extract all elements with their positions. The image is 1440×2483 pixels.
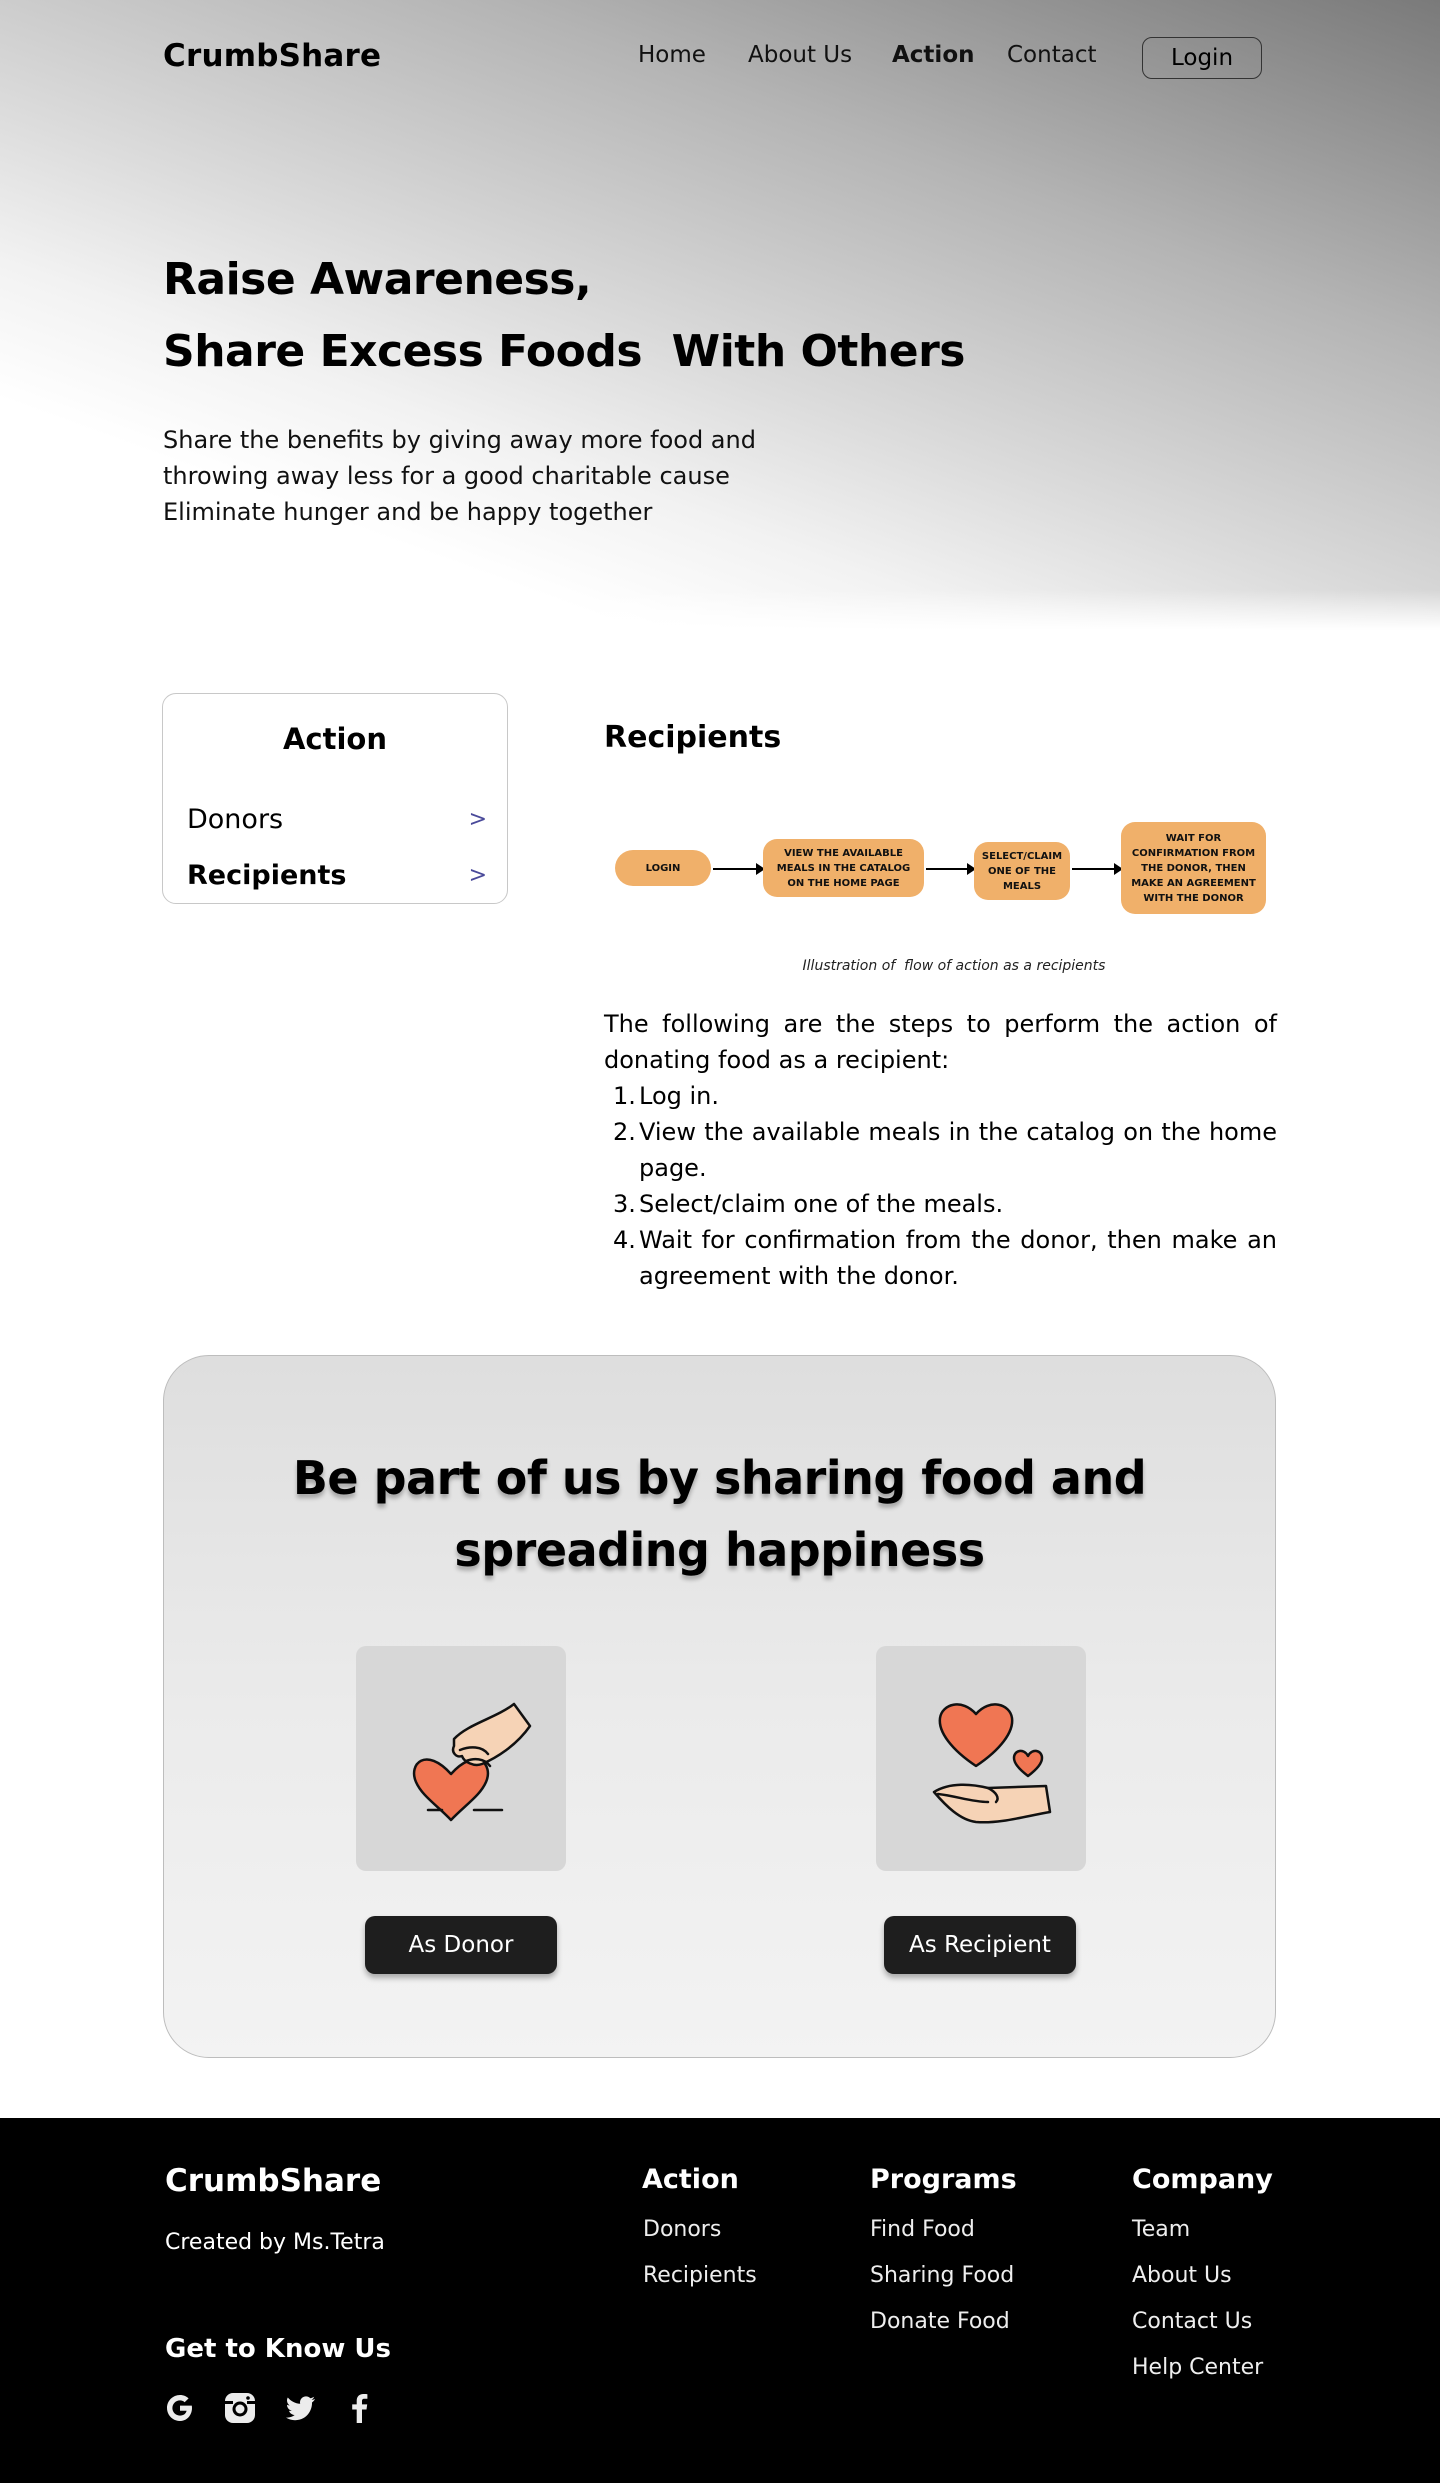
hand-giving-heart-icon: [412, 1702, 532, 1822]
step-text: Log in.: [639, 1082, 720, 1110]
hero-title-line-1: Raise Awareness,: [163, 254, 592, 305]
hero-title-line-2: Share Excess Foods With Others: [163, 326, 965, 377]
chevron-right-icon: >: [468, 806, 487, 832]
recipient-illustration-tile: [876, 1646, 1086, 1871]
flow-step-select-claim: SELECT/CLAIM ONE OF THE MEALS: [974, 842, 1070, 900]
footer-link-about-us[interactable]: About Us: [1132, 2263, 1232, 2288]
join-cta-card: Be part of us by sharing food and spread…: [163, 1355, 1276, 2058]
footer-link-contact-us[interactable]: Contact Us: [1132, 2309, 1252, 2334]
hand-receiving-heart-icon: [932, 1703, 1052, 1824]
hero-description: Share the benefits by giving away more f…: [163, 422, 756, 530]
step-text: View the available meals in the catalog …: [639, 1118, 1277, 1182]
footer-col-company-title: Company: [1132, 2164, 1273, 2195]
sidebar-item-donors[interactable]: Donors >: [187, 801, 487, 837]
list-item: 4. Wait for confirmation from the donor, …: [613, 1226, 1277, 1290]
list-item: 3. Select/claim one of the meals.: [613, 1190, 1004, 1218]
footer-created-by: Created by Ms.Tetra: [165, 2230, 385, 2255]
flow-arrow: [1072, 863, 1123, 875]
footer-brand[interactable]: CrumbShare: [165, 2163, 381, 2199]
steps-intro: The following are the steps to perform t…: [604, 1010, 1277, 1074]
hero-desc-line: Share the benefits by giving away more f…: [163, 426, 756, 454]
steps-list: 1. Log in. 2. View the available meals in …: [604, 1078, 1277, 1294]
list-item: 2. View the available meals in the catalo…: [613, 1118, 1277, 1182]
as-donor-button[interactable]: As Donor: [365, 1916, 557, 1974]
flow-step-wait-confirmation: WAIT FOR CONFIRMATION FROM THE DONOR, TH…: [1121, 822, 1266, 914]
cta-title: Be part of us by sharing food and spread…: [164, 1442, 1275, 1586]
flow-caption: Illustration of flow of action as a reci…: [802, 958, 1106, 974]
donor-illustration-tile: [356, 1646, 566, 1871]
footer-link-recipients[interactable]: Recipients: [643, 2263, 757, 2288]
twitter-icon[interactable]: [282, 2390, 318, 2426]
hero-desc-line: Eliminate hunger and be happy together: [163, 498, 653, 526]
nav-about-us[interactable]: About Us: [748, 42, 852, 68]
footer-link-find-food[interactable]: Find Food: [870, 2217, 975, 2242]
facebook-icon[interactable]: [342, 2390, 378, 2426]
list-item: 1. Log in.: [613, 1082, 720, 1110]
nav-home[interactable]: Home: [638, 42, 706, 68]
hero-section: CrumbShare Home About Us Action Contact …: [0, 0, 1440, 630]
nav-contact[interactable]: Contact: [1007, 42, 1096, 68]
footer-col-programs-title: Programs: [870, 2164, 1017, 2195]
footer-link-donors[interactable]: Donors: [643, 2217, 721, 2242]
footer-link-team[interactable]: Team: [1132, 2217, 1190, 2242]
footer-link-help-center[interactable]: Help Center: [1132, 2355, 1263, 2380]
step-text: Wait for confirmation from the donor, th…: [639, 1226, 1277, 1290]
sidebar-item-label: Donors: [187, 803, 284, 835]
recipients-title: Recipients: [604, 720, 782, 755]
site-footer: CrumbShare Created by Ms.Tetra Get to Kn…: [0, 2118, 1440, 2483]
google-icon[interactable]: [162, 2390, 198, 2426]
footer-link-sharing-food[interactable]: Sharing Food: [870, 2263, 1014, 2288]
hero-title: Raise Awareness, Share Excess Foods With…: [163, 244, 965, 388]
flow-arrow: [713, 863, 765, 875]
nav-action[interactable]: Action: [892, 42, 975, 68]
sidebar-title: Action: [282, 722, 387, 756]
recipient-flow-diagram: LOGIN VIEW THE AVAILABLE MEALS IN THE CA…: [604, 808, 1284, 928]
flow-step-view-catalog: VIEW THE AVAILABLE MEALS IN THE CATALOG …: [763, 839, 924, 897]
hero-desc-line: throwing away less for a good charitable…: [163, 462, 730, 490]
as-recipient-button[interactable]: As Recipient: [884, 1916, 1076, 1974]
cta-title-line-1: Be part of us by sharing food and: [292, 1451, 1147, 1505]
footer-know-title: Get to Know Us: [165, 2334, 391, 2364]
instagram-icon[interactable]: [222, 2390, 258, 2426]
sidebar-item-recipients[interactable]: Recipients >: [187, 857, 487, 893]
flow-step-login: LOGIN: [615, 850, 711, 886]
flow-arrow: [926, 863, 976, 875]
sidebar-item-label: Recipients: [187, 859, 347, 891]
login-button[interactable]: Login: [1142, 37, 1262, 79]
cta-title-line-2: spreading happiness: [454, 1523, 985, 1577]
step-text: Select/claim one of the meals.: [639, 1190, 1004, 1218]
chevron-right-icon: >: [468, 862, 487, 888]
action-sidebar: Action Donors > Recipients >: [162, 693, 508, 904]
footer-col-action-title: Action: [642, 2164, 739, 2195]
footer-link-donate-food[interactable]: Donate Food: [870, 2309, 1010, 2334]
